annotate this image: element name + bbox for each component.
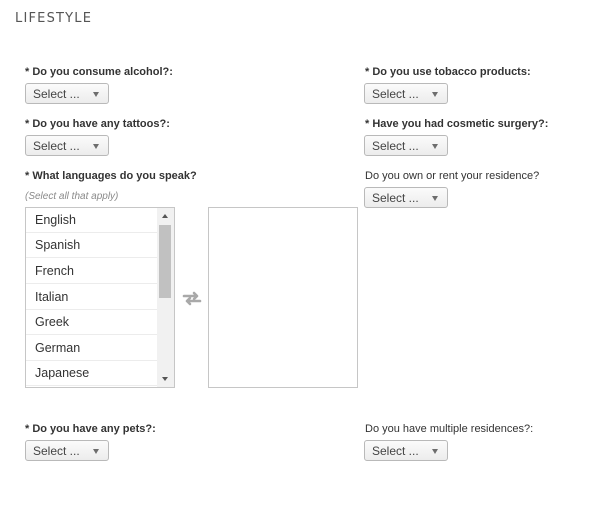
tattoos-label: * Do you have any tattoos?: [25, 118, 170, 130]
languages-label: * What languages do you speak? [25, 170, 197, 182]
multiple-residences-select-value: Select ... [372, 444, 419, 458]
cosmetic-select[interactable]: Select ... [364, 135, 448, 156]
chevron-down-icon [432, 449, 438, 454]
chevron-down-icon [432, 196, 438, 201]
list-item[interactable]: Spanish [26, 233, 157, 258]
residence-select[interactable]: Select ... [364, 187, 448, 208]
selected-languages-listbox[interactable] [208, 207, 358, 388]
tobacco-select[interactable]: Select ... [364, 83, 448, 104]
tobacco-select-value: Select ... [372, 87, 419, 101]
alcohol-select[interactable]: Select ... [25, 83, 109, 104]
chevron-down-icon [432, 144, 438, 149]
listbox-scrollbar[interactable] [157, 208, 174, 387]
scroll-up-icon[interactable] [162, 214, 168, 218]
languages-listbox[interactable]: English Spanish French Italian Greek Ger… [25, 207, 175, 388]
scroll-down-icon[interactable] [162, 377, 168, 381]
residence-select-value: Select ... [372, 191, 419, 205]
tattoos-select[interactable]: Select ... [25, 135, 109, 156]
chevron-down-icon [93, 144, 99, 149]
multiple-residences-select[interactable]: Select ... [364, 440, 448, 461]
cosmetic-select-value: Select ... [372, 139, 419, 153]
pets-select-value: Select ... [33, 444, 80, 458]
section-title: LIFESTYLE [15, 11, 93, 26]
list-item[interactable]: German [26, 336, 157, 361]
multiple-residences-label: Do you have multiple residences?: [365, 423, 534, 435]
alcohol-select-value: Select ... [33, 87, 80, 101]
chevron-down-icon [93, 92, 99, 97]
tobacco-label: * Do you use tobacco products: [365, 66, 531, 78]
list-item[interactable]: Italian [26, 285, 157, 310]
languages-hint: (Select all that apply) [25, 191, 119, 202]
list-item[interactable]: Greek [26, 310, 157, 335]
chevron-down-icon [432, 92, 438, 97]
tattoos-select-value: Select ... [33, 139, 80, 153]
residence-label: Do you own or rent your residence? [365, 170, 540, 182]
list-item[interactable]: Japanese [26, 361, 157, 386]
list-item[interactable]: French [26, 259, 157, 284]
swap-arrows-icon[interactable] [181, 290, 203, 306]
cosmetic-label: * Have you had cosmetic surgery?: [365, 118, 549, 130]
alcohol-label: * Do you consume alcohol?: [25, 66, 173, 78]
scrollbar-thumb[interactable] [159, 225, 171, 298]
list-item[interactable]: English [26, 208, 157, 233]
chevron-down-icon [93, 449, 99, 454]
pets-label: * Do you have any pets?: [25, 423, 156, 435]
pets-select[interactable]: Select ... [25, 440, 109, 461]
